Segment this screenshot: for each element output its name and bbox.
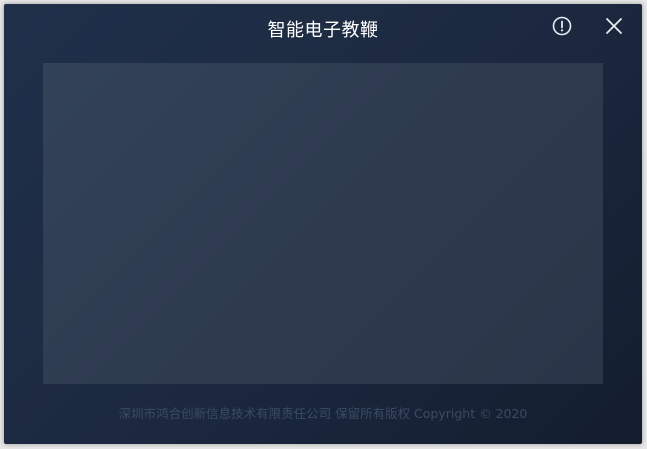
close-button[interactable] (603, 15, 625, 37)
window-title: 智能电子教鞭 (267, 20, 379, 41)
content-panel (43, 63, 603, 384)
info-circle-icon (552, 16, 572, 36)
app-window: 智能电子教鞭 深圳市鸿合创新信息技术有限责任公司 保留所有版权 Copyrigh… (4, 4, 642, 444)
info-button[interactable] (551, 15, 573, 37)
copyright-footer: 深圳市鸿合创新信息技术有限责任公司 保留所有版权 Copyright © 202… (118, 406, 528, 421)
close-x-icon (606, 18, 622, 34)
